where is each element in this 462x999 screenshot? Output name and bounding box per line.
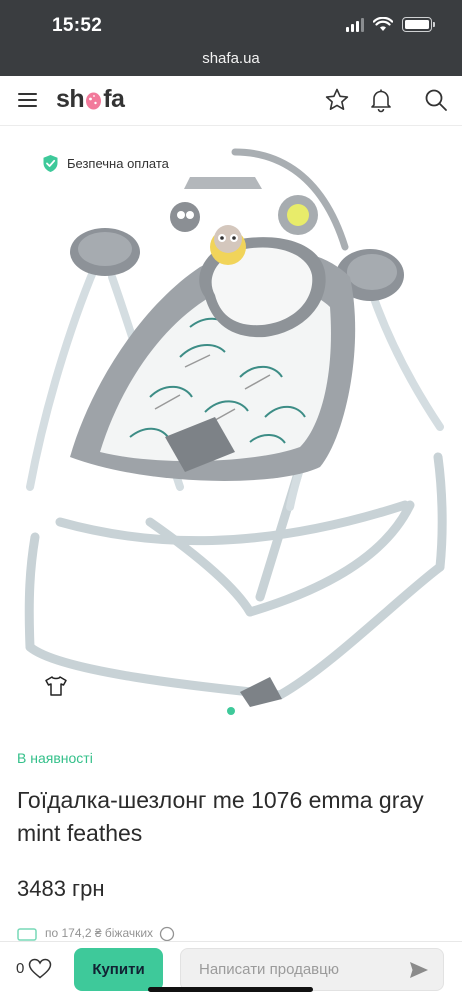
star-icon[interactable]: [324, 87, 350, 113]
send-arrow-icon[interactable]: [409, 961, 429, 979]
status-icons: [346, 17, 435, 32]
battery-icon: [402, 17, 435, 32]
info-icon[interactable]: [159, 926, 175, 942]
bell-icon[interactable]: [368, 87, 394, 113]
product-price: 3483 грн: [17, 876, 105, 901]
buy-button[interactable]: Купити: [74, 948, 163, 991]
browser-top-bar: 15:52 shafa.ua: [0, 0, 462, 76]
home-indicator: [148, 987, 313, 992]
logo-egg-icon: [86, 92, 102, 110]
wifi-icon: [373, 17, 393, 31]
card-icon: [17, 928, 37, 941]
site-header: sh fa: [0, 76, 462, 126]
search-icon[interactable]: [423, 87, 449, 113]
message-seller-field[interactable]: [180, 948, 444, 991]
hamburger-menu-icon[interactable]: [18, 93, 37, 107]
heart-icon[interactable]: [28, 958, 52, 979]
message-input[interactable]: [199, 961, 399, 978]
address-bar-url[interactable]: shafa.ua: [0, 50, 462, 67]
shafa-logo[interactable]: sh fa: [56, 85, 125, 114]
product-image[interactable]: [0, 127, 462, 727]
like-button[interactable]: 0: [16, 958, 52, 979]
product-gallery[interactable]: Безпечна оплата: [0, 127, 462, 727]
installment-info[interactable]: по 174,2 ₴ біжачких: [17, 926, 175, 942]
likes-count: 0: [16, 960, 25, 977]
flower-toy: [278, 195, 318, 235]
cellular-signal-icon: [346, 17, 364, 32]
status-time: 15:52: [52, 15, 103, 36]
swing-base-frame: [24, 452, 447, 700]
gallery-dot-active[interactable]: [227, 707, 235, 715]
logo-text-prefix: sh: [56, 85, 85, 113]
t-shirt-icon[interactable]: [44, 675, 68, 697]
installment-text: по 174,2 ₴ біжачких: [45, 926, 154, 940]
product-title: Гоїдалка-шезлонг me 1076 emma gray mint …: [17, 787, 424, 846]
availability-status: В наявності: [17, 750, 93, 766]
logo-text-suffix: fa: [103, 85, 125, 113]
